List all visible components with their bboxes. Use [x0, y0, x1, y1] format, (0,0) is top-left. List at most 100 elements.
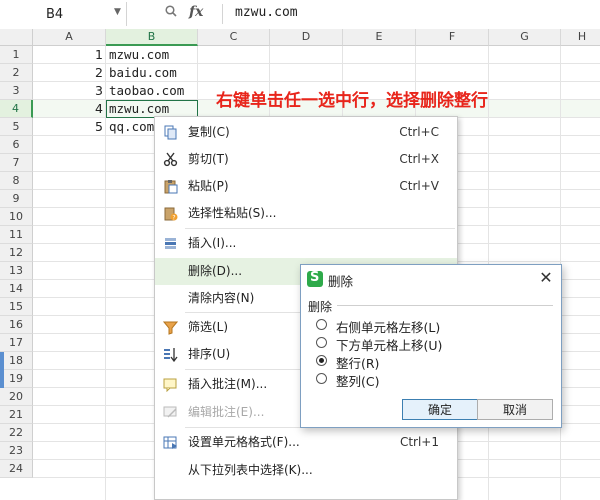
zoom-icon[interactable]	[165, 5, 177, 17]
column-header-f[interactable]: F	[416, 29, 489, 46]
row-header-4[interactable]: 4	[0, 100, 33, 118]
row-header-7[interactable]: 7	[0, 154, 33, 172]
row-header-6[interactable]: 6	[0, 136, 33, 154]
row-header-18[interactable]: 18	[0, 352, 33, 370]
formula-bar: B4 ▼ fx mzwu.com	[0, 0, 600, 30]
row-header-19[interactable]: 19	[0, 370, 33, 388]
delete-option-2[interactable]: 整行(R)	[316, 352, 546, 371]
menu-item-label: 剪切(T)	[188, 152, 229, 166]
row-header-22[interactable]: 22	[0, 424, 33, 442]
menu-item-shortcut: Ctrl+1	[399, 435, 439, 449]
menu-item-label: 选择性粘贴(S)...	[188, 206, 277, 220]
row-header-16[interactable]: 16	[0, 316, 33, 334]
annotation-text: 右键单击任一选中行，选择删除整行	[216, 91, 488, 111]
radio-button[interactable]	[316, 355, 327, 366]
delete-dialog: S 删除 ✕ 删除 右侧单元格左移(L) 下方单元格上移(U) 整行(R) 整列(C)…	[300, 264, 562, 428]
menu-item-label: 删除(D)...	[188, 264, 243, 278]
comment-icon	[163, 378, 177, 392]
menu-item-shortcut: Ctrl+C	[399, 125, 439, 139]
scissors-icon	[163, 152, 178, 167]
ok-button[interactable]: 确定	[402, 399, 478, 420]
row-header-2[interactable]: 2	[0, 64, 33, 82]
radio-button[interactable]	[316, 337, 327, 348]
sort-icon	[164, 348, 178, 362]
row-header-13[interactable]: 13	[0, 262, 33, 280]
row-header-21[interactable]: 21	[0, 406, 33, 424]
menu-item-12[interactable]: 从下拉列表中选择(K)...	[155, 457, 457, 484]
delete-option-1[interactable]: 下方单元格上移(U)	[316, 334, 546, 353]
fx-icon[interactable]: fx	[189, 4, 203, 20]
group-label: 删除	[308, 300, 333, 314]
menu-item-label: 排序(U)	[188, 347, 231, 361]
column-header-g[interactable]: G	[489, 29, 561, 46]
row-header-10[interactable]: 10	[0, 208, 33, 226]
row-header-9[interactable]: 9	[0, 190, 33, 208]
menu-item-label: 设置单元格格式(F)...	[188, 435, 300, 449]
menu-item-label: 插入批注(M)...	[188, 377, 268, 391]
radio-label: 整列(C)	[336, 374, 380, 389]
cell-a5[interactable]: 5	[33, 118, 103, 136]
name-box-value: B4	[46, 7, 64, 22]
menu-item-label: 筛选(L)	[188, 320, 229, 334]
cell-a1[interactable]: 1	[33, 46, 103, 64]
row-header-12[interactable]: 12	[0, 244, 33, 262]
menu-item-label: 编辑批注(E)...	[188, 405, 265, 419]
format-cells-icon	[163, 436, 177, 449]
menu-separator	[185, 228, 455, 229]
menu-item-1[interactable]: 剪切(T) Ctrl+X	[155, 146, 457, 173]
cell-b3[interactable]: taobao.com	[106, 82, 184, 100]
name-box[interactable]: B4 ▼	[0, 2, 127, 26]
row-header-24[interactable]: 24	[0, 460, 33, 478]
column-header-e[interactable]: E	[343, 29, 416, 46]
cell-b5[interactable]: qq.com	[106, 118, 154, 136]
column-header-h[interactable]: H	[561, 29, 600, 46]
cell-b1[interactable]: mzwu.com	[106, 46, 169, 64]
column-header-d[interactable]: D	[270, 29, 343, 46]
edit-comment-icon	[163, 406, 177, 418]
delete-option-3[interactable]: 整列(C)	[316, 370, 546, 389]
radio-button[interactable]	[316, 373, 327, 384]
column-header-b[interactable]: B	[106, 29, 198, 46]
menu-item-3[interactable]: ? 选择性粘贴(S)...	[155, 200, 457, 227]
insert-icon	[165, 238, 176, 249]
row-header-20[interactable]: 20	[0, 388, 33, 406]
wps-logo-icon: S	[307, 270, 323, 287]
cell-a3[interactable]: 3	[33, 82, 103, 100]
close-icon[interactable]: ✕	[537, 269, 555, 287]
row-header-23[interactable]: 23	[0, 442, 33, 460]
copy-icon	[164, 125, 177, 140]
menu-item-4[interactable]: 插入(I)...	[155, 230, 457, 257]
column-header-c[interactable]: C	[198, 29, 270, 46]
delete-option-0[interactable]: 右侧单元格左移(L)	[316, 316, 546, 335]
menu-item-11[interactable]: 设置单元格格式(F)... Ctrl+1	[155, 429, 457, 456]
menu-item-label: 插入(I)...	[188, 236, 237, 250]
row-header-11[interactable]: 11	[0, 226, 33, 244]
row-header-17[interactable]: 17	[0, 334, 33, 352]
menu-item-label: 从下拉列表中选择(K)...	[188, 463, 313, 477]
row-header-15[interactable]: 15	[0, 298, 33, 316]
cell-b2[interactable]: baidu.com	[106, 64, 177, 82]
row-header-1[interactable]: 1	[0, 46, 33, 64]
formula-input[interactable]: mzwu.com	[235, 5, 298, 20]
cancel-button[interactable]: 取消	[477, 399, 553, 420]
row-header-8[interactable]: 8	[0, 172, 33, 190]
svg-text:?: ?	[172, 215, 175, 222]
menu-item-0[interactable]: 复制(C) Ctrl+C	[155, 119, 457, 146]
row-header-14[interactable]: 14	[0, 280, 33, 298]
row-header-5[interactable]: 5	[0, 118, 33, 136]
cell-a4[interactable]: 4	[33, 100, 103, 118]
radio-button[interactable]	[316, 319, 327, 330]
menu-item-label: 清除内容(N)	[188, 291, 255, 305]
paste-icon	[164, 180, 178, 194]
row-header-3[interactable]: 3	[0, 82, 33, 100]
column-header-a[interactable]: A	[33, 29, 106, 46]
filter-icon	[163, 321, 178, 335]
side-tab[interactable]	[0, 352, 4, 388]
dialog-titlebar[interactable]: S 删除 ✕	[301, 265, 561, 293]
group-divider	[337, 305, 553, 306]
menu-item-2[interactable]: 粘贴(P) Ctrl+V	[155, 173, 457, 200]
cell-a2[interactable]: 2	[33, 64, 103, 82]
divider	[222, 4, 223, 24]
select-all-corner[interactable]	[0, 29, 33, 46]
chevron-down-icon[interactable]: ▼	[114, 7, 121, 17]
